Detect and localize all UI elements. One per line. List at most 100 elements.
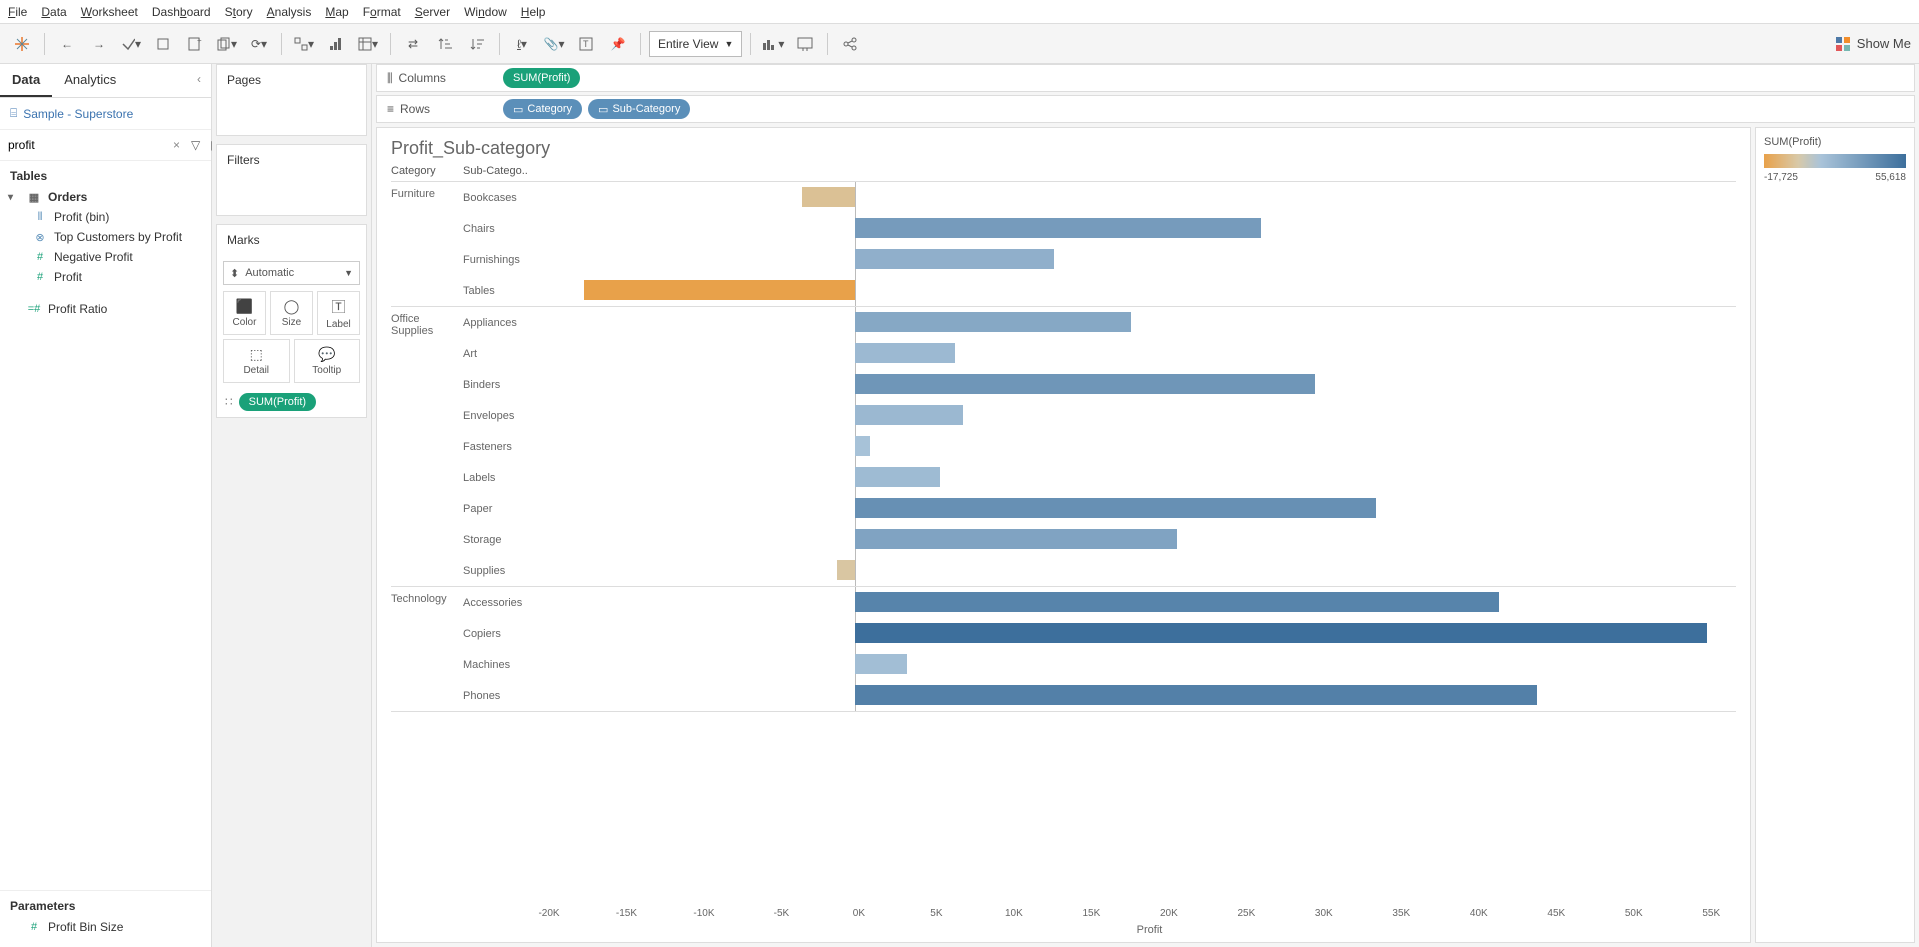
menu-dashboard[interactable]: Dashboard xyxy=(152,5,211,19)
tableau-logo-icon[interactable] xyxy=(8,30,36,58)
search-input[interactable] xyxy=(6,134,165,156)
refresh-icon[interactable]: ⟳▾ xyxy=(245,30,273,58)
new-datasource-icon[interactable] xyxy=(149,30,177,58)
fit-dropdown[interactable]: Entire View▼ xyxy=(649,31,742,57)
bar[interactable] xyxy=(855,343,955,363)
rows-shelf[interactable]: ≡Rows ▭ Category ▭ Sub-Category xyxy=(376,95,1915,123)
swap-icon[interactable]: ▾ xyxy=(290,30,318,58)
bar-row[interactable]: Labels xyxy=(463,462,1736,493)
bar[interactable] xyxy=(855,374,1314,394)
bar-row[interactable]: Bookcases xyxy=(463,182,1736,213)
menu-help[interactable]: Help xyxy=(521,5,546,19)
bar-row[interactable]: Art xyxy=(463,338,1736,369)
marks-label[interactable]: 🅃Label xyxy=(317,291,360,335)
menu-window[interactable]: Window xyxy=(464,5,507,19)
param-profit-bin-size[interactable]: #Profit Bin Size xyxy=(4,917,207,937)
marks-detail[interactable]: ⬚Detail xyxy=(223,339,290,383)
menu-file[interactable]: File xyxy=(8,5,27,19)
bar[interactable] xyxy=(855,312,1131,332)
bar-row[interactable]: Machines xyxy=(463,649,1736,680)
totals-icon[interactable]: ▾ xyxy=(354,30,382,58)
bar-row[interactable]: Fasteners xyxy=(463,431,1736,462)
chart-canvas[interactable]: Profit_Sub-category Category Sub-Catego.… xyxy=(376,127,1751,943)
redo-icon[interactable]: → xyxy=(85,30,113,58)
clear-search-icon[interactable]: × xyxy=(169,138,184,152)
filters-shelf[interactable]: Filters xyxy=(217,145,366,175)
highlight-icon[interactable]: ℓ▾ xyxy=(508,30,536,58)
bar[interactable] xyxy=(855,623,1707,643)
field-profit[interactable]: #Profit xyxy=(4,267,207,287)
bar-row[interactable]: Paper xyxy=(463,493,1736,524)
bar[interactable] xyxy=(837,560,855,580)
group-icon[interactable]: 📎▾ xyxy=(540,30,568,58)
color-legend[interactable]: SUM(Profit) -17,725 55,618 xyxy=(1755,127,1915,943)
bar-row[interactable]: Copiers xyxy=(463,618,1736,649)
table-orders[interactable]: ▾▦Orders xyxy=(4,187,207,207)
columns-shelf[interactable]: ⫼Columns SUM(Profit) xyxy=(376,64,1915,92)
sort-asc-icon[interactable] xyxy=(322,30,350,58)
bar[interactable] xyxy=(855,498,1376,518)
bar-row[interactable]: Furnishings xyxy=(463,244,1736,275)
undo-icon[interactable]: ← xyxy=(53,30,81,58)
sort-descending-icon[interactable] xyxy=(463,30,491,58)
pages-shelf[interactable]: Pages xyxy=(217,65,366,95)
columns-pill-sum-profit[interactable]: SUM(Profit) xyxy=(503,68,580,88)
bar-row[interactable]: Envelopes xyxy=(463,400,1736,431)
marks-size[interactable]: ◯Size xyxy=(270,291,313,335)
menu-format[interactable]: Format xyxy=(363,5,401,19)
datasource-row[interactable]: ⌸ Sample - Superstore xyxy=(0,98,211,129)
mark-type-dropdown[interactable]: ⬍ Automatic▼ xyxy=(223,261,360,285)
sort-ascending-icon[interactable] xyxy=(431,30,459,58)
bar-row[interactable]: Supplies xyxy=(463,555,1736,586)
field-top-customers-by-profit[interactable]: ⊗Top Customers by Profit xyxy=(4,227,207,247)
show-labels-icon[interactable]: T xyxy=(572,30,600,58)
legend-gradient xyxy=(1764,154,1906,168)
menu-worksheet[interactable]: Worksheet xyxy=(81,5,138,19)
share-icon[interactable] xyxy=(836,30,864,58)
bar[interactable] xyxy=(855,467,939,487)
save-icon[interactable]: ▾ xyxy=(117,30,145,58)
marks-color[interactable]: ⬛Color xyxy=(223,291,266,335)
duplicate-icon[interactable]: ▾ xyxy=(213,30,241,58)
tab-data[interactable]: Data xyxy=(0,64,52,97)
bar[interactable] xyxy=(855,592,1498,612)
menu-data[interactable]: Data xyxy=(41,5,66,19)
bar[interactable] xyxy=(855,529,1177,549)
bar[interactable] xyxy=(855,436,870,456)
bar[interactable] xyxy=(584,280,855,300)
bar-row[interactable]: Appliances xyxy=(463,307,1736,338)
rows-pill-category[interactable]: ▭ Category xyxy=(503,99,582,119)
presentation-icon[interactable] xyxy=(791,30,819,58)
bar[interactable] xyxy=(855,405,962,425)
field-profit-bin-[interactable]: ⫴Profit (bin) xyxy=(4,207,207,227)
pin-icon[interactable]: 📌 xyxy=(604,30,632,58)
rows-pill-subcategory[interactable]: ▭ Sub-Category xyxy=(588,99,690,119)
menu-story[interactable]: Story xyxy=(225,5,253,19)
mark-pill-sum-profit[interactable]: SUM(Profit) xyxy=(239,393,316,411)
field-negative-profit[interactable]: #Negative Profit xyxy=(4,247,207,267)
new-worksheet-icon[interactable]: + xyxy=(181,30,209,58)
menu-map[interactable]: Map xyxy=(325,5,348,19)
bar[interactable] xyxy=(855,249,1054,269)
sheet-title[interactable]: Profit_Sub-category xyxy=(377,128,1750,165)
tab-analytics[interactable]: Analytics xyxy=(52,64,128,97)
bar-row[interactable]: Tables xyxy=(463,275,1736,306)
bar-row[interactable]: Phones xyxy=(463,680,1736,711)
bar-row[interactable]: Chairs xyxy=(463,213,1736,244)
menu-server[interactable]: Server xyxy=(415,5,450,19)
field-profit-ratio[interactable]: =#Profit Ratio xyxy=(4,299,207,319)
bar[interactable] xyxy=(855,654,907,674)
bar-row[interactable]: Binders xyxy=(463,369,1736,400)
menu-analysis[interactable]: Analysis xyxy=(267,5,312,19)
swap-rows-cols-icon[interactable]: ⇄ xyxy=(399,30,427,58)
marks-tooltip[interactable]: 💬Tooltip xyxy=(294,339,361,383)
bar-row[interactable]: Accessories xyxy=(463,587,1736,618)
show-cards-icon[interactable]: ▾ xyxy=(759,30,787,58)
bar-row[interactable]: Storage xyxy=(463,524,1736,555)
filter-icon[interactable]: ▽ xyxy=(188,138,203,152)
show-me-button[interactable]: Show Me xyxy=(1835,36,1911,52)
collapse-pane-icon[interactable]: ‹ xyxy=(187,64,211,97)
bar[interactable] xyxy=(855,685,1537,705)
bar[interactable] xyxy=(802,187,856,207)
bar[interactable] xyxy=(855,218,1261,238)
